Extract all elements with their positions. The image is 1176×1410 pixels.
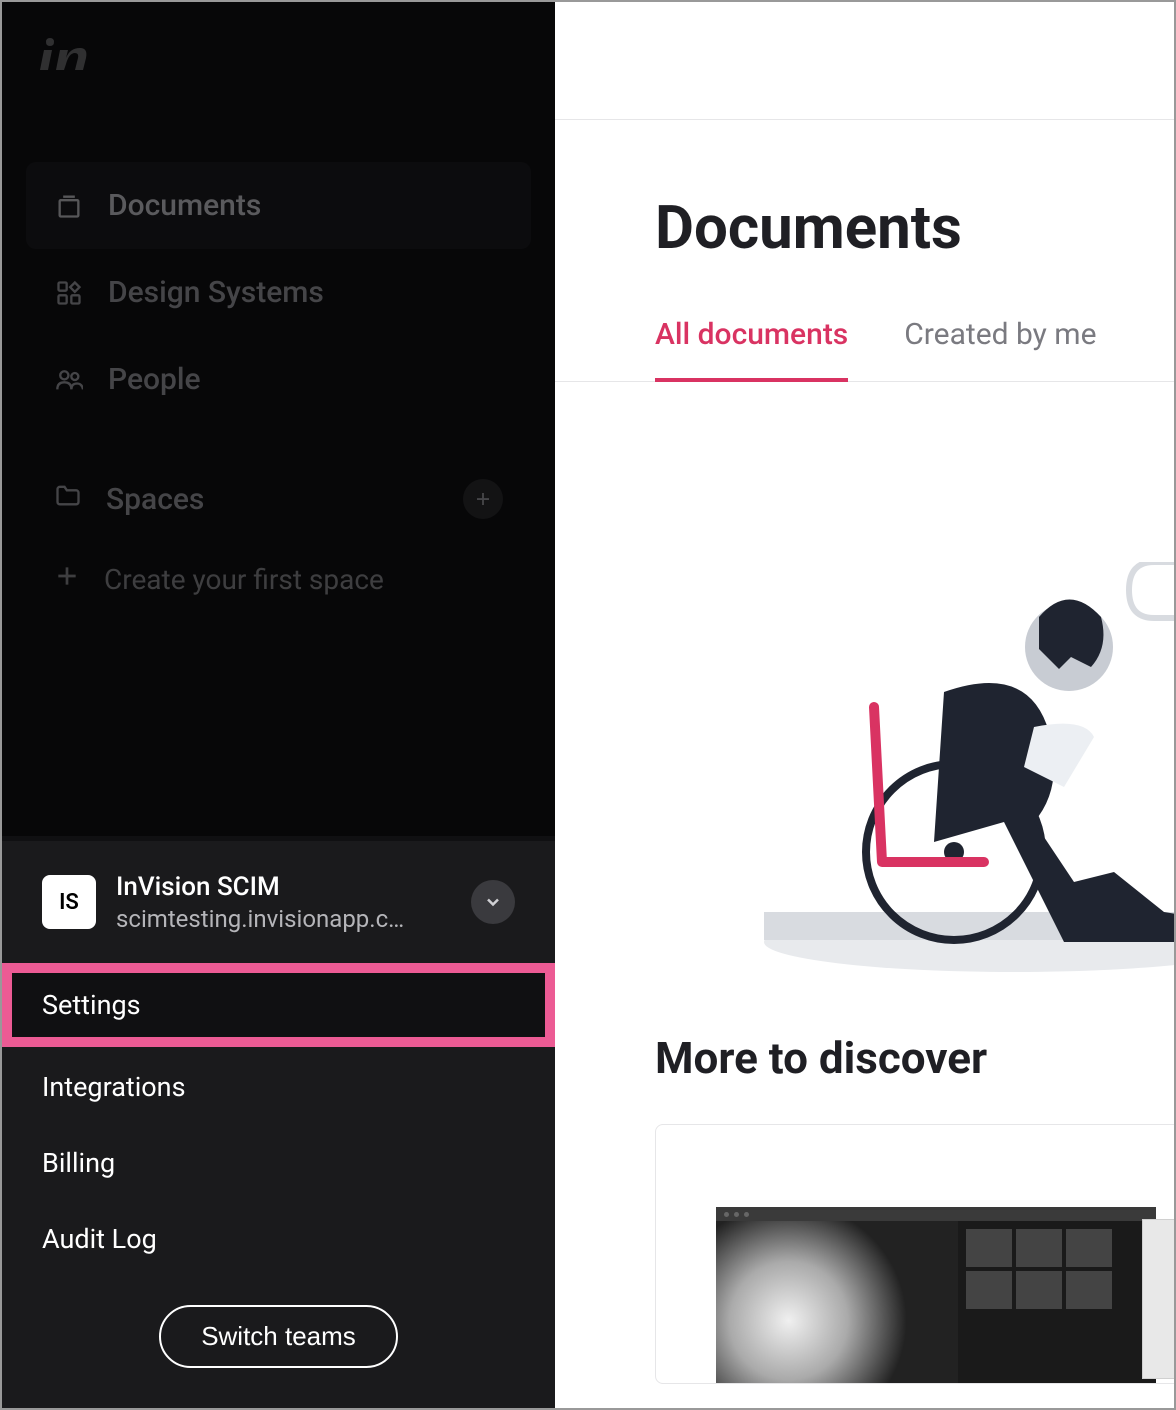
- mock-inspector-panel: [1142, 1219, 1174, 1379]
- discover-card[interactable]: [655, 1124, 1174, 1384]
- add-space-button[interactable]: [463, 479, 503, 519]
- team-menu-integrations[interactable]: Integrations: [2, 1049, 555, 1125]
- team-menu-audit-log[interactable]: Audit Log: [2, 1201, 555, 1277]
- team-name: InVision SCIM: [116, 871, 451, 905]
- discover-title: More to discover: [555, 1032, 1174, 1084]
- create-space-label: Create your first space: [104, 563, 384, 596]
- people-icon: [54, 365, 84, 395]
- team-avatar: IS: [42, 875, 96, 929]
- invision-logo[interactable]: [2, 2, 555, 102]
- sidebar: Documents Design Systems People Spaces: [2, 2, 555, 1408]
- sidebar-item-label: People: [108, 362, 201, 397]
- page-title: Documents: [555, 120, 1174, 263]
- plus-icon: [54, 563, 80, 596]
- sidebar-item-documents[interactable]: Documents: [26, 162, 531, 249]
- main-nav: Documents Design Systems People Spaces: [2, 102, 555, 614]
- switch-teams-button[interactable]: Switch teams: [159, 1305, 398, 1368]
- tab-all-documents[interactable]: All documents: [655, 317, 848, 382]
- team-header[interactable]: IS InVision SCIM scimtesting.invisionapp…: [2, 841, 555, 961]
- sidebar-item-label: Design Systems: [108, 275, 324, 310]
- tab-created-by-me[interactable]: Created by me: [904, 317, 1096, 382]
- sidebar-item-design-systems[interactable]: Design Systems: [26, 249, 531, 336]
- create-first-space[interactable]: Create your first space: [26, 545, 531, 614]
- document-tabs: All documents Created by me: [555, 263, 1174, 382]
- design-systems-icon: [54, 278, 84, 308]
- sidebar-item-label: Documents: [108, 188, 261, 223]
- documents-icon: [54, 191, 84, 221]
- team-menu-settings[interactable]: Settings: [6, 967, 551, 1043]
- sidebar-spaces-header[interactable]: Spaces: [26, 453, 531, 545]
- empty-state-illustration: [754, 562, 1174, 992]
- team-menu-billing[interactable]: Billing: [2, 1125, 555, 1201]
- top-bar: [555, 2, 1174, 120]
- main-content: Documents All documents Created by me Mo…: [555, 2, 1174, 1408]
- team-section: IS InVision SCIM scimtesting.invisionapp…: [2, 841, 555, 1408]
- sidebar-item-people[interactable]: People: [26, 336, 531, 423]
- team-url: scimtesting.invisionapp.c…: [116, 905, 451, 933]
- folder-icon: [54, 481, 82, 517]
- mock-app-window: [716, 1207, 1156, 1384]
- team-menu-toggle[interactable]: [471, 880, 515, 924]
- spaces-label: Spaces: [106, 482, 204, 517]
